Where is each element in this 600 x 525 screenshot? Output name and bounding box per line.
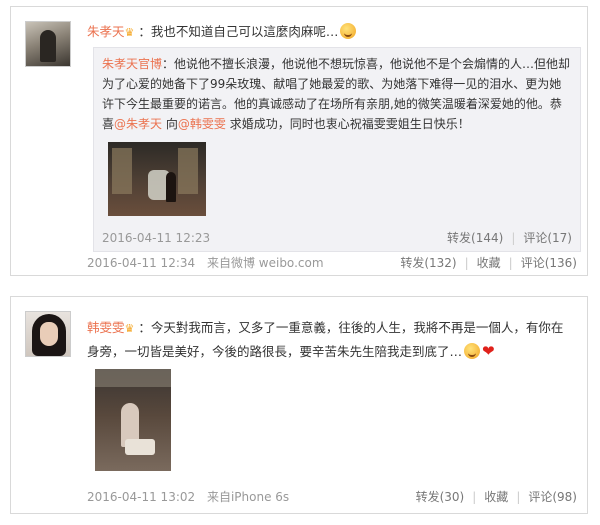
comment-button[interactable]: 评论(136) — [521, 255, 577, 271]
mention-link[interactable]: @韩雯雯 — [178, 117, 226, 131]
repost-forward-button[interactable]: 转发(144) — [447, 230, 503, 246]
username-link[interactable]: 朱孝天 — [87, 24, 125, 39]
avatar[interactable] — [25, 21, 71, 67]
username-link[interactable]: 韩雯雯 — [87, 320, 125, 335]
repost-comment-button[interactable]: 评论(17) — [523, 230, 572, 246]
post-actions: 转发(132) | 收藏 | 评论(136) — [400, 255, 577, 271]
favorite-button[interactable]: 收藏 — [484, 489, 508, 505]
crown-icon: ♛ — [124, 26, 135, 39]
post-timestamp[interactable]: 2016-04-11 12:34 — [87, 256, 195, 270]
comment-button[interactable]: 评论(98) — [528, 489, 577, 505]
mention-link[interactable]: @朱孝天 — [114, 117, 162, 131]
weibo-post-2: 韩雯雯♛ ：今天對我而言，又多了一重意義，往後的人生，我將不再是一個人，有你在身旁… — [10, 296, 588, 514]
repost-username-link[interactable]: 朱孝天官博 — [102, 57, 162, 71]
crown-icon: ♛ — [124, 322, 135, 335]
repost-timestamp[interactable]: 2016-04-11 12:23 — [102, 230, 210, 246]
divider: | — [464, 256, 469, 270]
forward-button[interactable]: 转发(30) — [416, 489, 465, 505]
repost-content: 朱孝天官博：他说他不擅长浪漫，他说他不想玩惊喜，他说他不是个会煽情的人…但他却为… — [102, 54, 572, 134]
forward-button[interactable]: 转发(132) — [400, 255, 456, 271]
divider: | — [511, 231, 516, 245]
post-meta: 2016-04-11 12:34 来自微博 weibo.com — [87, 255, 324, 271]
post-source[interactable]: 来自iPhone 6s — [207, 490, 289, 504]
repost-box: 朱孝天官博：他说他不擅长浪漫，他说他不想玩惊喜，他说他不是个会煽情的人…但他却为… — [93, 47, 581, 252]
heart-icon: ❤ — [482, 342, 495, 360]
favorite-button[interactable]: 收藏 — [477, 255, 501, 271]
divider: | — [472, 490, 477, 504]
post-actions: 转发(30) | 收藏 | 评论(98) — [416, 489, 577, 505]
blush-emoji-icon — [340, 23, 357, 39]
post-content: 朱孝天♛ ：我也不知道自己可以這麼肉麻呢… — [87, 21, 575, 44]
repost-text-mid: 向 — [162, 117, 178, 131]
post-photo[interactable] — [95, 369, 171, 471]
avatar[interactable] — [25, 311, 71, 357]
repost-text-tail: 求婚成功，同时也衷心祝福雯雯姐生日快乐！ — [225, 117, 470, 131]
post-meta: 2016-04-11 13:02 来自iPhone 6s — [87, 489, 289, 505]
post-text: ：我也不知道自己可以這麼肉麻呢… — [138, 24, 339, 39]
repost-actions: 转发(144) | 评论(17) — [447, 230, 572, 246]
repost-photo[interactable] — [108, 142, 206, 216]
divider: | — [516, 490, 521, 504]
post-source[interactable]: 来自微博 weibo.com — [207, 256, 324, 270]
post-timestamp[interactable]: 2016-04-11 13:02 — [87, 490, 195, 504]
weibo-post-1: 朱孝天♛ ：我也不知道自己可以這麼肉麻呢… 朱孝天官博：他说他不擅长浪漫，他说他不… — [10, 6, 588, 276]
divider: | — [508, 256, 513, 270]
blush-emoji-icon — [464, 343, 481, 359]
post-content: 韩雯雯♛ ：今天對我而言，又多了一重意義，往後的人生，我將不再是一個人，有你在身旁… — [87, 317, 575, 363]
